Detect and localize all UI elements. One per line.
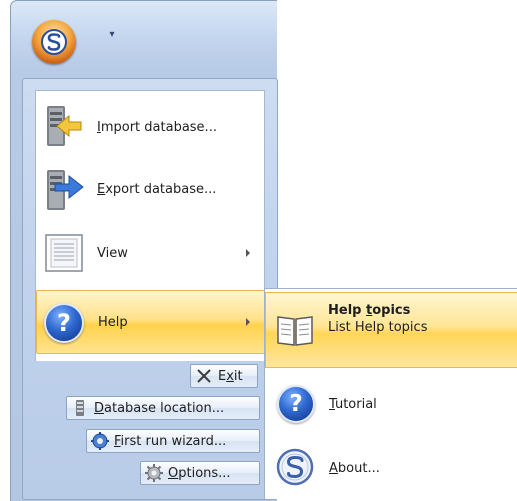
options-label: Options... [168, 465, 231, 481]
help-topics-description: List Help topics [328, 320, 428, 335]
help-book-icon [274, 309, 316, 351]
help-topics-title: Help topics [328, 303, 411, 318]
tutorial-label: Tutorial [329, 396, 377, 412]
menu-item-export-database[interactable]: Export database... [36, 160, 262, 218]
menu-item-help[interactable]: ? Help [36, 290, 266, 354]
menu-item-import-database[interactable]: Import database... [36, 98, 262, 156]
options-button[interactable]: Options... [140, 461, 260, 485]
export-database-icon [41, 166, 87, 212]
about-label: About... [329, 460, 380, 476]
quick-access-customize-icon[interactable]: ▾ [104, 28, 120, 42]
import-database-label: Import database... [97, 119, 217, 135]
submenu-item-about[interactable]: About... [265, 444, 517, 492]
application-menu-button[interactable] [32, 20, 76, 64]
view-document-icon [41, 230, 87, 276]
export-database-label: Export database... [97, 181, 217, 197]
tutorial-help-icon: ? [275, 383, 317, 425]
menu-item-view[interactable]: View [36, 224, 262, 282]
first-run-wizard-button[interactable]: First run wizard... [86, 429, 260, 453]
close-icon [195, 367, 213, 385]
database-server-icon [71, 399, 89, 417]
import-database-icon [41, 104, 87, 150]
submenu-item-help-topics[interactable]: Help topics List Help topics [265, 292, 517, 368]
database-location-button[interactable]: Database location... [66, 396, 260, 420]
submenu-arrow-icon [246, 249, 250, 257]
exit-button[interactable]: Exit [190, 364, 258, 388]
wizard-gear-icon [91, 432, 109, 450]
submenu-item-tutorial[interactable]: ? Tutorial [265, 380, 517, 428]
app-logo-icon [41, 29, 67, 55]
gear-icon [145, 464, 163, 482]
about-logo-icon [275, 447, 317, 489]
help-icon: ? [42, 299, 88, 345]
help-label: Help [98, 314, 128, 330]
exit-label: Exit [218, 368, 243, 384]
command-list-border [35, 353, 265, 361]
submenu-arrow-icon [246, 318, 250, 326]
view-label: View [97, 245, 128, 261]
database-location-label: Database location... [94, 400, 225, 416]
first-run-wizard-label: First run wizard... [114, 433, 227, 449]
